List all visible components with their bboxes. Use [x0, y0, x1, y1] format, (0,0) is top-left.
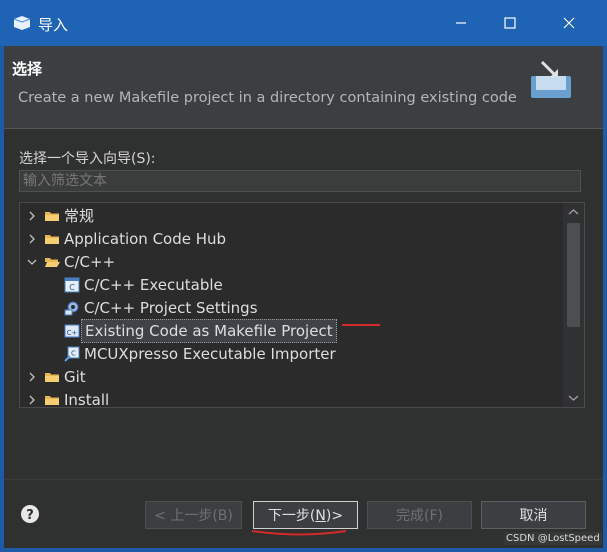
tree-item-cpp-executable[interactable]: C C/C++ Executable — [20, 274, 560, 296]
header-divider — [4, 128, 603, 129]
chevron-right-icon[interactable] — [26, 371, 38, 383]
next-label-prefix: 下一步( — [267, 508, 316, 524]
tree-item-label: C/C++ Executable — [84, 276, 223, 294]
footer-divider — [4, 479, 603, 480]
scroll-up-icon[interactable] — [567, 207, 580, 217]
tree-item-mcuxpresso-importer[interactable]: C MCUXpresso Executable Importer — [20, 343, 560, 365]
minimize-button[interactable] — [448, 10, 474, 36]
tree-item-existing-code-makefile[interactable]: C+ Existing Code as Makefile Project — [20, 319, 560, 343]
chevron-right-icon[interactable] — [26, 394, 38, 406]
tree-item-cpp-project-settings[interactable]: C/C++ Project Settings — [20, 297, 560, 319]
tree-item-general[interactable]: 常规 — [20, 205, 560, 227]
tree-item-label: Application Code Hub — [64, 230, 227, 248]
maximize-icon — [504, 17, 516, 29]
mcuxpresso-icon: C — [64, 346, 80, 362]
filter-input[interactable] — [19, 170, 581, 192]
next-button[interactable]: 下一步(N)> — [253, 501, 358, 529]
c-executable-icon: C — [64, 277, 80, 293]
tree-item-application-code-hub[interactable]: Application Code Hub — [20, 228, 560, 250]
page-title: 选择 — [12, 60, 43, 78]
help-icon[interactable]: ? — [20, 504, 40, 524]
tree-item-label: Git — [64, 368, 86, 386]
svg-text:C: C — [71, 350, 76, 358]
maximize-button[interactable] — [497, 10, 523, 36]
folder-icon — [45, 373, 59, 382]
import-dialog: 选择 Create a new Makefile project in a di… — [4, 46, 603, 548]
folder-icon — [45, 235, 59, 244]
folder-icon — [45, 396, 59, 405]
wizard-select-label: 选择一个导入向导(S): — [19, 151, 156, 167]
tree-item-cpp[interactable]: C/C++ — [20, 251, 560, 273]
import-banner-icon — [531, 60, 571, 98]
minimize-icon — [456, 22, 466, 24]
tree-item-label: 常规 — [64, 207, 95, 225]
back-button[interactable]: < 上一步(B) — [145, 501, 242, 529]
makefile-project-icon: C+ — [64, 324, 80, 338]
title-bar[interactable]: 导入 — [0, 0, 607, 46]
annotation-red-mark — [342, 324, 380, 326]
cancel-button[interactable]: 取消 — [481, 501, 586, 529]
scrollbar-thumb[interactable] — [567, 223, 580, 327]
close-icon — [563, 17, 575, 29]
window-title: 导入 — [38, 16, 69, 34]
annotation-red-underline — [251, 530, 347, 536]
chevron-down-icon[interactable] — [26, 256, 38, 268]
page-description: Create a new Makefile project in a direc… — [18, 90, 517, 106]
wizard-header: 选择 Create a new Makefile project in a di… — [4, 46, 603, 128]
chevron-right-icon[interactable] — [26, 210, 38, 222]
chevron-right-icon[interactable] — [26, 233, 38, 245]
tree-item-label: Install — [64, 391, 110, 408]
tree-item-label: C/C++ — [64, 253, 116, 271]
folder-icon — [45, 212, 59, 221]
tree-scrollbar[interactable] — [563, 203, 584, 407]
close-button[interactable] — [556, 10, 582, 36]
svg-text:?: ? — [26, 508, 34, 523]
tree-item-install[interactable]: Install — [20, 389, 560, 408]
next-label-mnemonic: N — [315, 508, 326, 524]
watermark: CSDN @LostSpeed — [504, 532, 602, 545]
scroll-down-icon[interactable] — [567, 393, 580, 403]
tree-item-label: MCUXpresso Executable Importer — [84, 345, 336, 363]
project-settings-icon — [64, 301, 79, 316]
folder-open-icon — [45, 258, 60, 267]
tree-item-git[interactable]: Git — [20, 366, 560, 388]
tree-item-label: Existing Code as Makefile Project — [81, 319, 337, 343]
next-label-suffix: )> — [325, 508, 344, 524]
tree-item-label: C/C++ Project Settings — [84, 299, 258, 317]
app-icon — [13, 16, 31, 30]
wizard-tree[interactable]: 常规 Application Code Hub C/C++ C C/C++ Ex… — [19, 202, 585, 408]
finish-button[interactable]: 完成(F) — [367, 501, 472, 529]
svg-text:C+: C+ — [67, 329, 78, 337]
svg-text:C: C — [69, 283, 75, 292]
